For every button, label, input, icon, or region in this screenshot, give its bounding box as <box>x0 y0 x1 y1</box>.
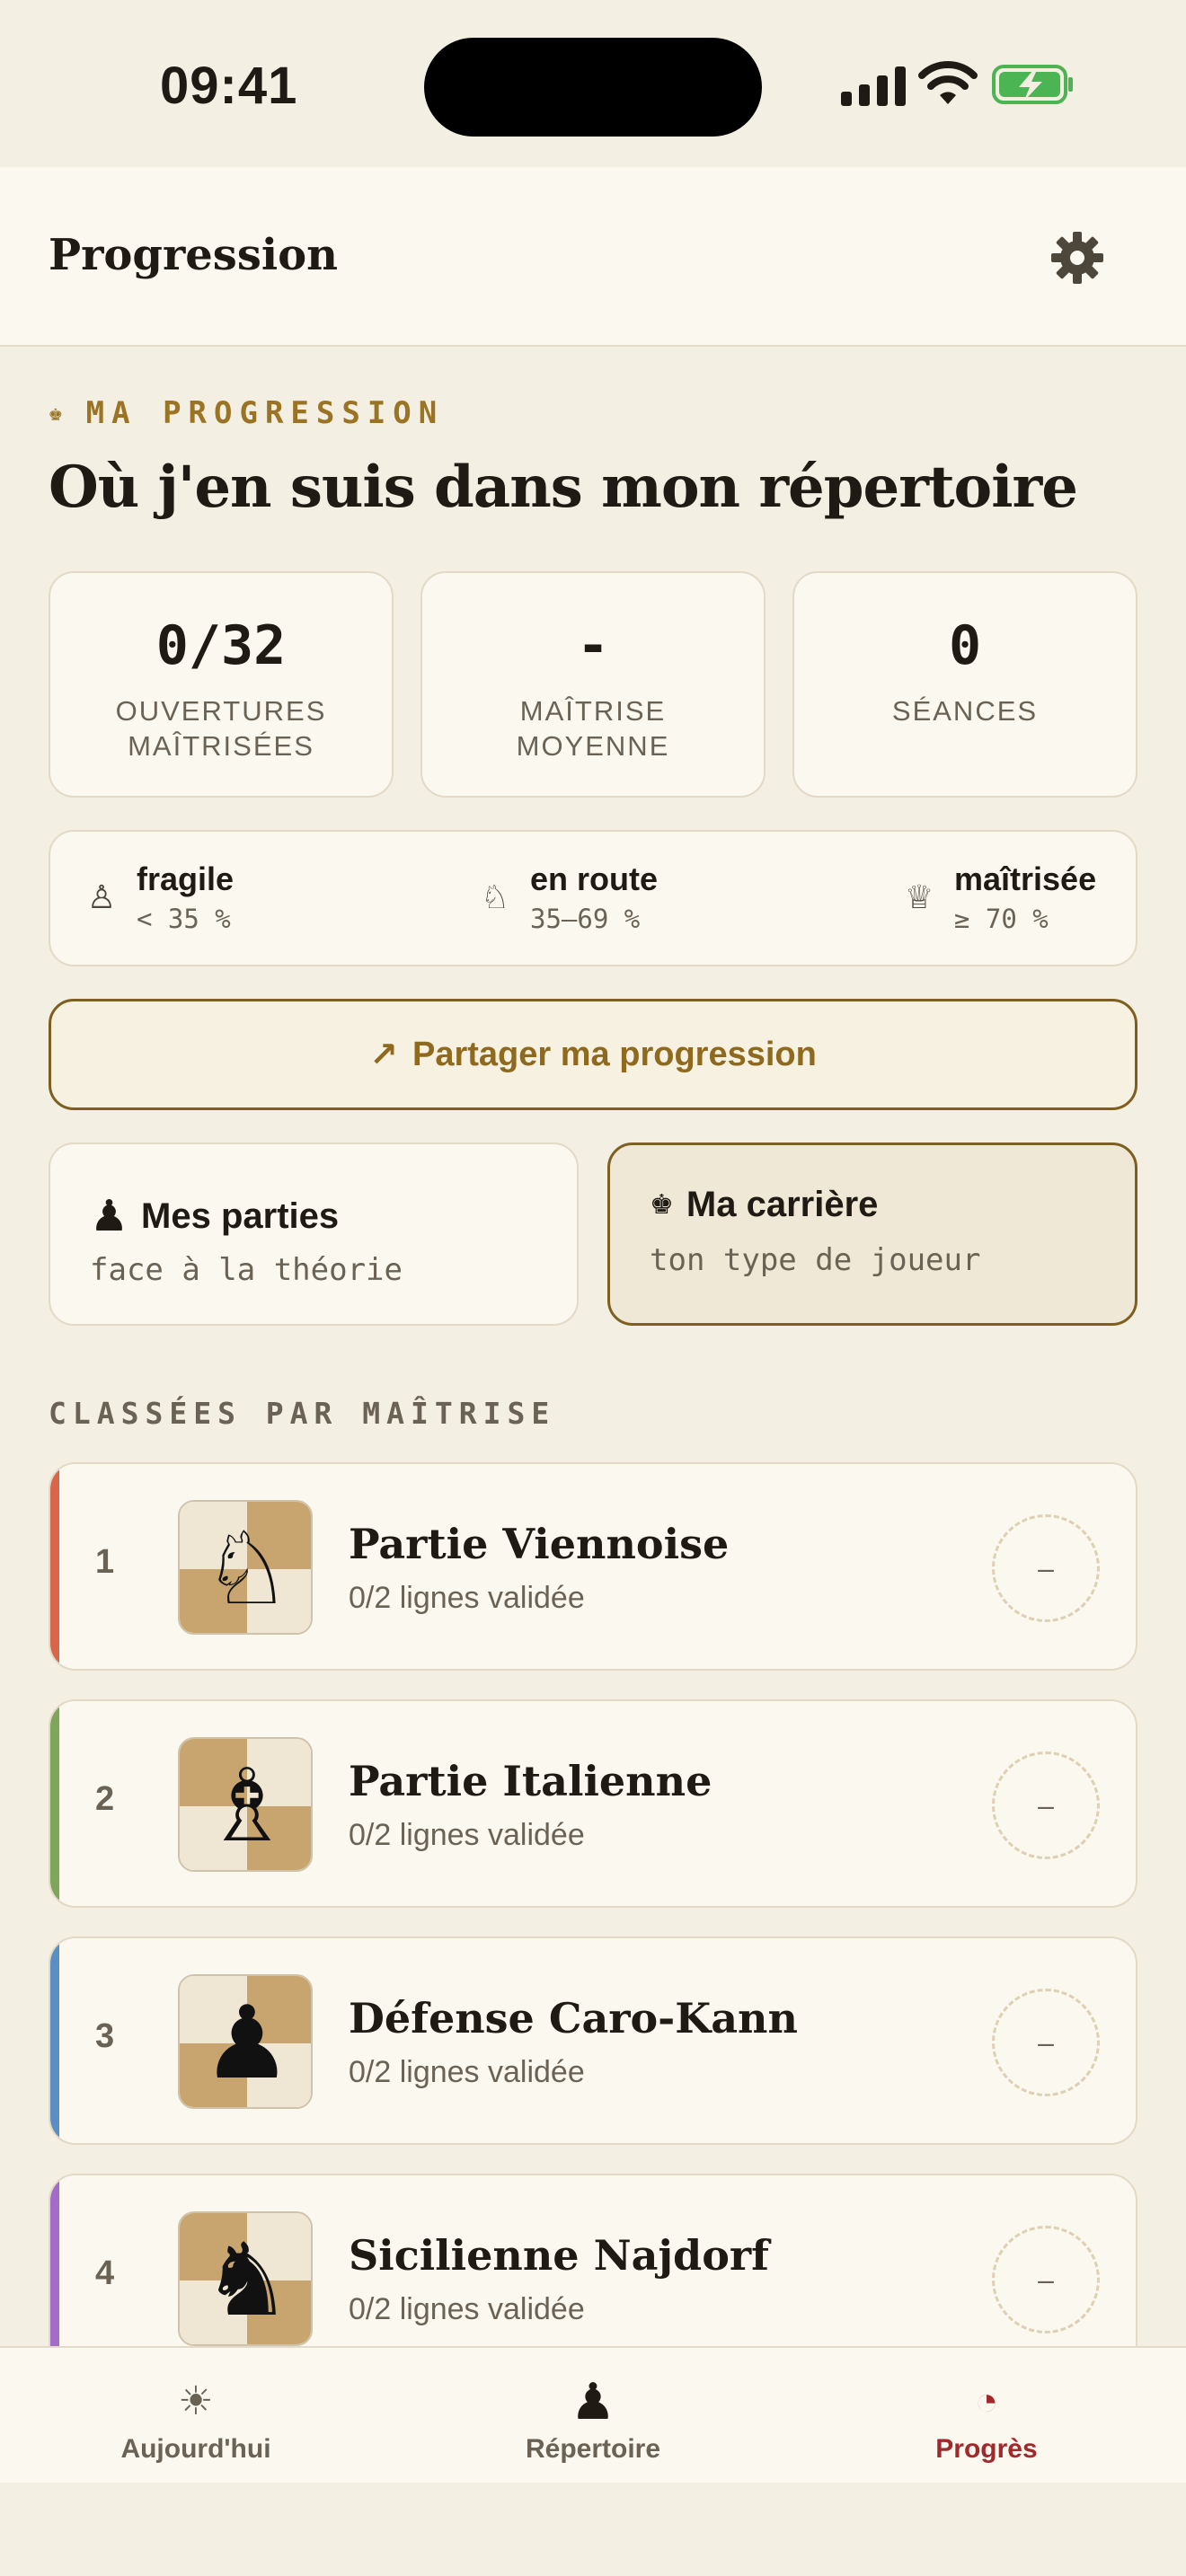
stat-value: - <box>576 614 610 677</box>
card-title: Mes parties <box>141 1195 340 1236</box>
board-thumbnail: ♟ <box>178 1974 313 2109</box>
legend-item-maitrisee: ♕ maîtrisée ≥ 70 % <box>904 860 1096 934</box>
page-title: Où j'en suis dans mon répertoire <box>49 454 1078 521</box>
knight-icon: ♘ <box>480 878 510 915</box>
mastery-accent-bar <box>50 1938 59 2143</box>
opening-rank: 4 <box>95 2254 115 2292</box>
mastery-ring: – <box>992 2226 1100 2333</box>
opening-lines: 0/2 lignes validée <box>349 1818 585 1852</box>
my-games-card[interactable]: ♟ Mes parties face à la théorie <box>49 1142 579 1326</box>
share-label: Partager ma progression <box>412 1035 817 1073</box>
share-progress-button[interactable]: ↗ Partager ma progression <box>49 999 1137 1110</box>
stat-value: 0 <box>948 614 982 677</box>
pawn-icon: ♟ <box>90 1193 129 1240</box>
mastery-accent-bar <box>50 1701 59 1906</box>
wifi-icon <box>918 61 978 104</box>
stat-label-line: SÉANCES <box>891 695 1039 727</box>
card-subtitle: ton type de joueur <box>650 1242 981 1278</box>
tab-repertoire[interactable]: ♟ Répertoire <box>458 2373 728 2465</box>
tab-label: Aujourd'hui <box>120 2434 271 2464</box>
tab-label: Progrès <box>935 2434 1038 2464</box>
tab-today[interactable]: ☀ Aujourd'hui <box>61 2378 331 2465</box>
mastery-ring: – <box>992 1514 1100 1622</box>
queen-icon: ♕ <box>904 878 934 915</box>
legend-range: ≥ 70 % <box>954 904 1049 934</box>
knight-white-icon: ♘ <box>201 1513 293 1625</box>
legend-item-en-route: ♘ en route 35–69 % <box>480 860 658 934</box>
opening-name: Défense Caro-Kann <box>349 1994 798 2042</box>
stat-sessions: 0 SÉANCES <box>792 571 1137 798</box>
opening-lines: 0/2 lignes validée <box>349 1581 585 1615</box>
card-subtitle: face à la théorie <box>90 1252 403 1288</box>
legend-range: < 35 % <box>137 904 231 934</box>
opening-name: Sicilienne Najdorf <box>349 2231 769 2280</box>
stat-label: MAÎTRISE MOYENNE <box>422 693 764 763</box>
opening-row[interactable]: 1 ♘ Partie Viennoise 0/2 lignes validée – <box>49 1462 1137 1671</box>
opening-rank: 3 <box>95 2017 115 2055</box>
list-section-label: CLASSÉES PAR MAÎTRISE <box>49 1396 556 1431</box>
board-thumbnail: ♞ <box>178 2211 313 2346</box>
mastery-ring: – <box>992 1989 1100 2096</box>
crown-icon: ♚ <box>49 400 70 427</box>
legend-name: fragile <box>137 860 235 897</box>
legend-name: maîtrisée <box>954 860 1097 897</box>
pawn-black-icon: ♟ <box>201 1987 293 2099</box>
opening-row[interactable]: 3 ♟ Défense Caro-Kann 0/2 lignes validée – <box>49 1936 1137 2145</box>
opening-lines: 0/2 lignes validée <box>349 2292 585 2326</box>
mastery-legend: ♙ fragile < 35 % ♘ en route 35–69 % ♕ ma… <box>49 830 1137 966</box>
opening-lines: 0/2 lignes validée <box>349 2055 585 2089</box>
status-bar: 09:41 <box>0 0 1186 167</box>
header-title: Progression <box>49 230 338 280</box>
crown-icon: ♚ <box>650 1190 674 1220</box>
board-thumbnail: ♘ <box>178 1500 313 1635</box>
tab-bar: ☀ Aujourd'hui ♟ Répertoire ◔ Progrès <box>0 2346 1186 2483</box>
mastery-accent-bar <box>50 1464 59 1669</box>
status-time: 09:41 <box>160 57 298 115</box>
stat-average-mastery: - MAÎTRISE MOYENNE <box>420 571 766 798</box>
stat-label: SÉANCES <box>794 693 1136 728</box>
tab-label: Répertoire <box>525 2434 661 2464</box>
sun-icon: ☀ <box>178 2379 214 2423</box>
stat-label-line: OUVERTURES <box>115 695 327 727</box>
battery-icon <box>992 65 1073 104</box>
legend-item-fragile: ♙ fragile < 35 % <box>86 860 234 934</box>
eyebrow-text: MA PROGRESSION <box>85 395 445 431</box>
bishop-white-icon: ♗ <box>201 1750 293 1862</box>
opening-rank: 1 <box>95 1543 115 1581</box>
my-games-title: ♟ Mes parties <box>90 1191 339 1241</box>
opening-name: Partie Italienne <box>349 1757 712 1805</box>
legend-name: en route <box>530 860 659 897</box>
card-title: Ma carrière <box>686 1185 879 1224</box>
stat-openings-mastered: 0/32 OUVERTURES MAÎTRISÉES <box>49 571 394 798</box>
my-career-title: ♚ Ma carrière <box>650 1185 878 1225</box>
signal-icon <box>841 65 906 106</box>
my-career-card[interactable]: ♚ Ma carrière ton type de joueur <box>607 1142 1137 1326</box>
home-indicator-area <box>0 2483 1186 2576</box>
legend-range: 35–69 % <box>530 904 641 934</box>
knight-black-icon: ♞ <box>201 2224 293 2336</box>
stat-label-line: MAÎTRISÉES <box>128 730 314 762</box>
gear-icon[interactable] <box>1049 230 1105 286</box>
stat-label: OUVERTURES MAÎTRISÉES <box>50 693 392 763</box>
opening-row[interactable]: 2 ♗ Partie Italienne 0/2 lignes validée – <box>49 1699 1137 1908</box>
rook-icon: ♟ <box>570 2373 616 2430</box>
mastery-ring: – <box>992 1751 1100 1859</box>
opening-name: Partie Viennoise <box>349 1520 730 1568</box>
stat-label-line: MOYENNE <box>516 730 670 762</box>
pie-chart-icon: ◔ <box>974 2379 999 2423</box>
opening-rank: 2 <box>95 1780 115 1818</box>
stat-label-line: MAÎTRISE <box>519 695 667 727</box>
pawn-icon: ♙ <box>86 878 117 915</box>
arrow-up-right-icon: ↗ <box>369 1036 398 1074</box>
stat-value: 0/32 <box>155 614 287 677</box>
tab-progress[interactable]: ◔ Progrès <box>852 2378 1121 2465</box>
section-eyebrow: ♚ MA PROGRESSION <box>49 395 444 431</box>
app-header: Progression <box>0 167 1186 347</box>
board-thumbnail: ♗ <box>178 1737 313 1872</box>
dynamic-island <box>424 38 762 137</box>
